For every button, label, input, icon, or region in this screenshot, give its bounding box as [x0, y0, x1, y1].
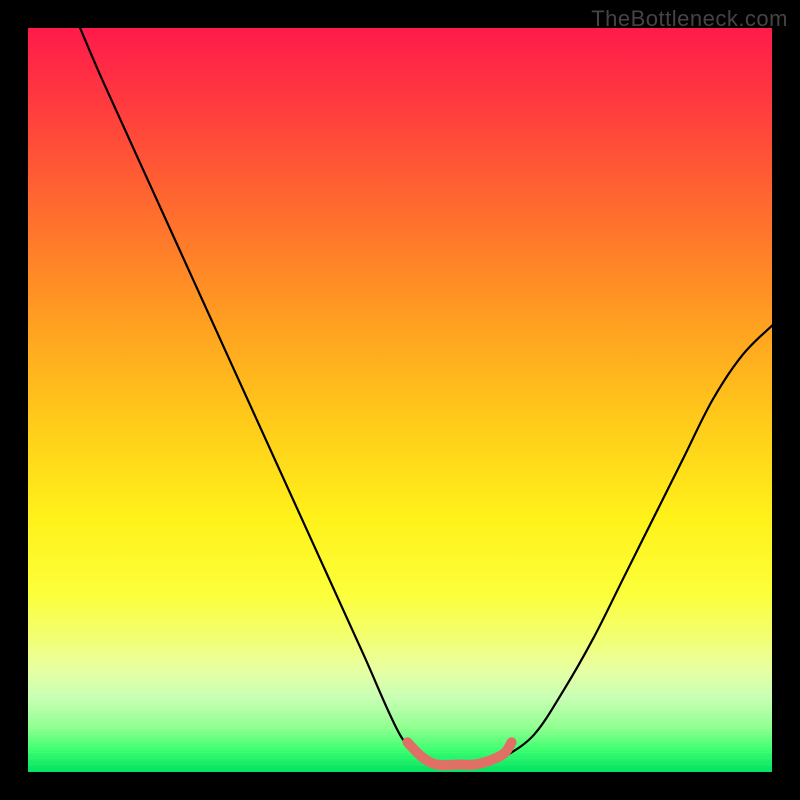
chart-frame: TheBottleneck.com	[0, 0, 800, 800]
plot-area	[28, 28, 772, 772]
watermark-text: TheBottleneck.com	[591, 6, 788, 32]
background-gradient	[28, 28, 772, 772]
